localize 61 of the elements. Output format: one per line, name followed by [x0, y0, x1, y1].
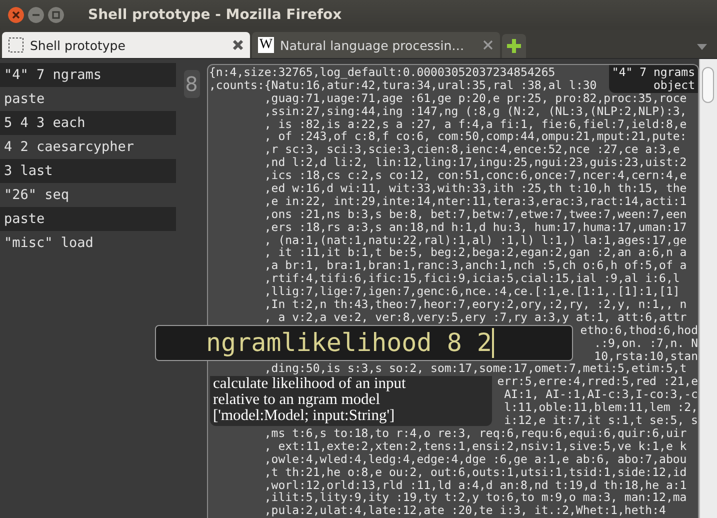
new-tab-button[interactable] — [502, 34, 526, 58]
output-line: ,rtif:4,tifi:6,ific:15,fici:9,icia:5,cial:15,ial :9,al i:6,l — [264, 272, 680, 286]
history-item[interactable]: paste — [0, 207, 176, 231]
output-line: ,e in:22, int:29,inte:14,nter:11,tera:3,erac:3,ract:14,acti:1 — [264, 194, 687, 208]
output-line: ,In t:2,n th:43,theo:7,heor:7,eory:2,ory,:2,ry, :2,y, n:1,, n — [264, 298, 687, 311]
history-item[interactable]: "misc" load — [0, 231, 176, 255]
output-line: ,ics :18,cs c:2,s co:12, con:51,conc:6,once:7,ncer:4,cern:4,e — [264, 169, 687, 182]
dropdown-icon[interactable] — [697, 44, 707, 50]
command-tooltip: calculate likelihood of an input relative to an ngram model ['model:Model; input:String'] — [210, 376, 492, 426]
output-line: ,counts:{Natu:16,atur:42,tura:34,ural:35,ral :38,al l:30 — [209, 78, 597, 92]
output-line: AI:1, AI-:1,AI-c:3,I-co:3,-c — [504, 388, 698, 402]
output-line: ,r sc:3, sci:3,scie:3,cien:8,ienc:4,ence:52,nce :27,ce a:3,e — [264, 143, 680, 156]
output-line: ,worl:12,orld:13,rld :11,ld a:4,d an:8,nd t:19,d th:18,he a:1 — [264, 478, 687, 492]
close-icon[interactable] — [482, 39, 494, 51]
output-line: ,llig:7,lige:7,igen:7,genc:6,nce.:4,ce.[:1,e.[1:1,.[1]:1,[1] — [264, 285, 680, 298]
maximize-icon[interactable] — [48, 7, 64, 23]
close-icon[interactable] — [8, 7, 24, 23]
result-type-badge: "4" 7 ngrams object — [608, 65, 698, 93]
browser-tab[interactable]: W Natural language processin… — [252, 32, 500, 58]
history-item[interactable]: "4" 7 ngrams — [0, 63, 176, 87]
output-line: ,ilit:5,lity:9,ity :19,ty t:2,y to:6,to m:9,o ma:3, man:12,ma — [264, 491, 687, 504]
output-line: ,owle:4,wled:4,ledg:4,edge:4,dge :6,ge a:1,e ab:6, abo:7,abou — [264, 452, 687, 466]
output-line: l:11,oble:11,blem:11,lem :2, — [504, 401, 698, 414]
output-line: , is :82,is a:22,s a :27, a f:4,a fi:1, fie:6,fiel:7,ield:8,e — [264, 118, 687, 130]
page-icon — [8, 37, 24, 53]
output-line: .:9,on. :7,n. N — [594, 336, 698, 350]
output-line: , ext:11,exte:2,xten:2,tens:1,ensi:2,nsiv:1,sive:5,ve k:1,e k — [264, 440, 687, 453]
output-line: ,t th:21,he o:8,e ou:2, out:6,outs:1,utsi:1,tsid:1,side:12,id — [264, 466, 687, 478]
history-item[interactable]: "26" seq — [0, 183, 176, 207]
output-line: ,ssin:27,sing:44,ing :147,ng (:8,g (N:2, (NL:3,(NLP:2,NLP):3, — [264, 104, 687, 118]
history-item[interactable]: 5 4 3 each — [0, 111, 176, 135]
output-line: ,a br:1, bra:1,bran:1,ranc:3,anch:1,nch :5,ch o:6,h of:5,of a — [264, 259, 687, 272]
window-title: Shell prototype - Mozilla Firefox — [88, 7, 342, 23]
output-line: ,ers :18,rs a:3,s an:18,nd h:1,d hu:3, hum:17,huma:17,uman:17 — [264, 220, 687, 234]
output-line: , (na:1,(nat:1,natu:22,ral):1,al) :1,l) l:1,) la:1,ages:17,ge — [264, 234, 687, 246]
output-line: ,guag:71,uage:71,age :61,ge p:20,e pr:25, pro:82,proc:35,roce — [264, 92, 687, 105]
result-counter: 8 — [184, 70, 200, 98]
output-line: ,ding:50,is s:3,s so:2, som:17,some:17,omet:7,meti:5,etim:5,t — [264, 362, 687, 376]
output-line: , of :243,of c:8,f co:6, com:50,comp:44,ompu:21,mput:21,pute: — [264, 130, 687, 144]
site-icon: W — [258, 37, 274, 53]
output-line: etho:6,thod:6,hod — [580, 324, 698, 337]
output-line: 10,rsta:10,stan — [594, 350, 698, 362]
output-line: , a v:2,a ve:2, ver:8,very:5,ery :7,ry a:3,y at:1, att:6,attr — [264, 310, 687, 324]
history-item[interactable]: 4 2 caesarcypher — [0, 135, 176, 159]
close-icon[interactable] — [232, 39, 244, 51]
history-item[interactable]: paste — [0, 87, 176, 111]
output-line: , it :11,it b:1,t be:5, beg:2,bega:2,egan:2,gan :2,an a:6,n a — [264, 246, 687, 260]
minimize-icon[interactable] — [28, 7, 44, 23]
output-line: ,pula:2,ulat:4,late:12,ate :20,te i:3, it.:2,Whet:1,heth:4 — [264, 504, 666, 518]
output-line: ,ed w:16,d wi:11, wit:33,with:33,ith :25,th t:10,h th:15, the — [264, 182, 687, 195]
output-line: ,nd l:2,d li:2, lin:12,ling:17,ingu:25,ngui:23,guis:23,uist:2 — [264, 156, 687, 170]
output-line: i:12,e it:7,it s:1,t se:5, s — [504, 414, 698, 427]
output-line: ,ons :21,ns b:3,s be:8, bet:7,betw:7,etwe:7,twee:7,ween:7,een — [264, 208, 687, 221]
output-line: {n:4,size:32765,log_default:0.00003052037234854265 — [209, 66, 556, 79]
browser-tab[interactable]: Shell prototype — [2, 32, 250, 58]
output-line: err:5,erre:4,rred:5,red :21,e — [497, 375, 698, 388]
plus-icon — [506, 38, 522, 54]
history-item[interactable]: 3 last — [0, 159, 176, 183]
output-line: ,ms t:6,s to:18,to r:4,o re:3, req:6,requ:6,equi:6,quir:6,uir — [264, 426, 687, 440]
scrollbar[interactable] — [699, 59, 717, 518]
command-input[interactable]: ngramlikelihood 8 2 — [155, 325, 573, 361]
